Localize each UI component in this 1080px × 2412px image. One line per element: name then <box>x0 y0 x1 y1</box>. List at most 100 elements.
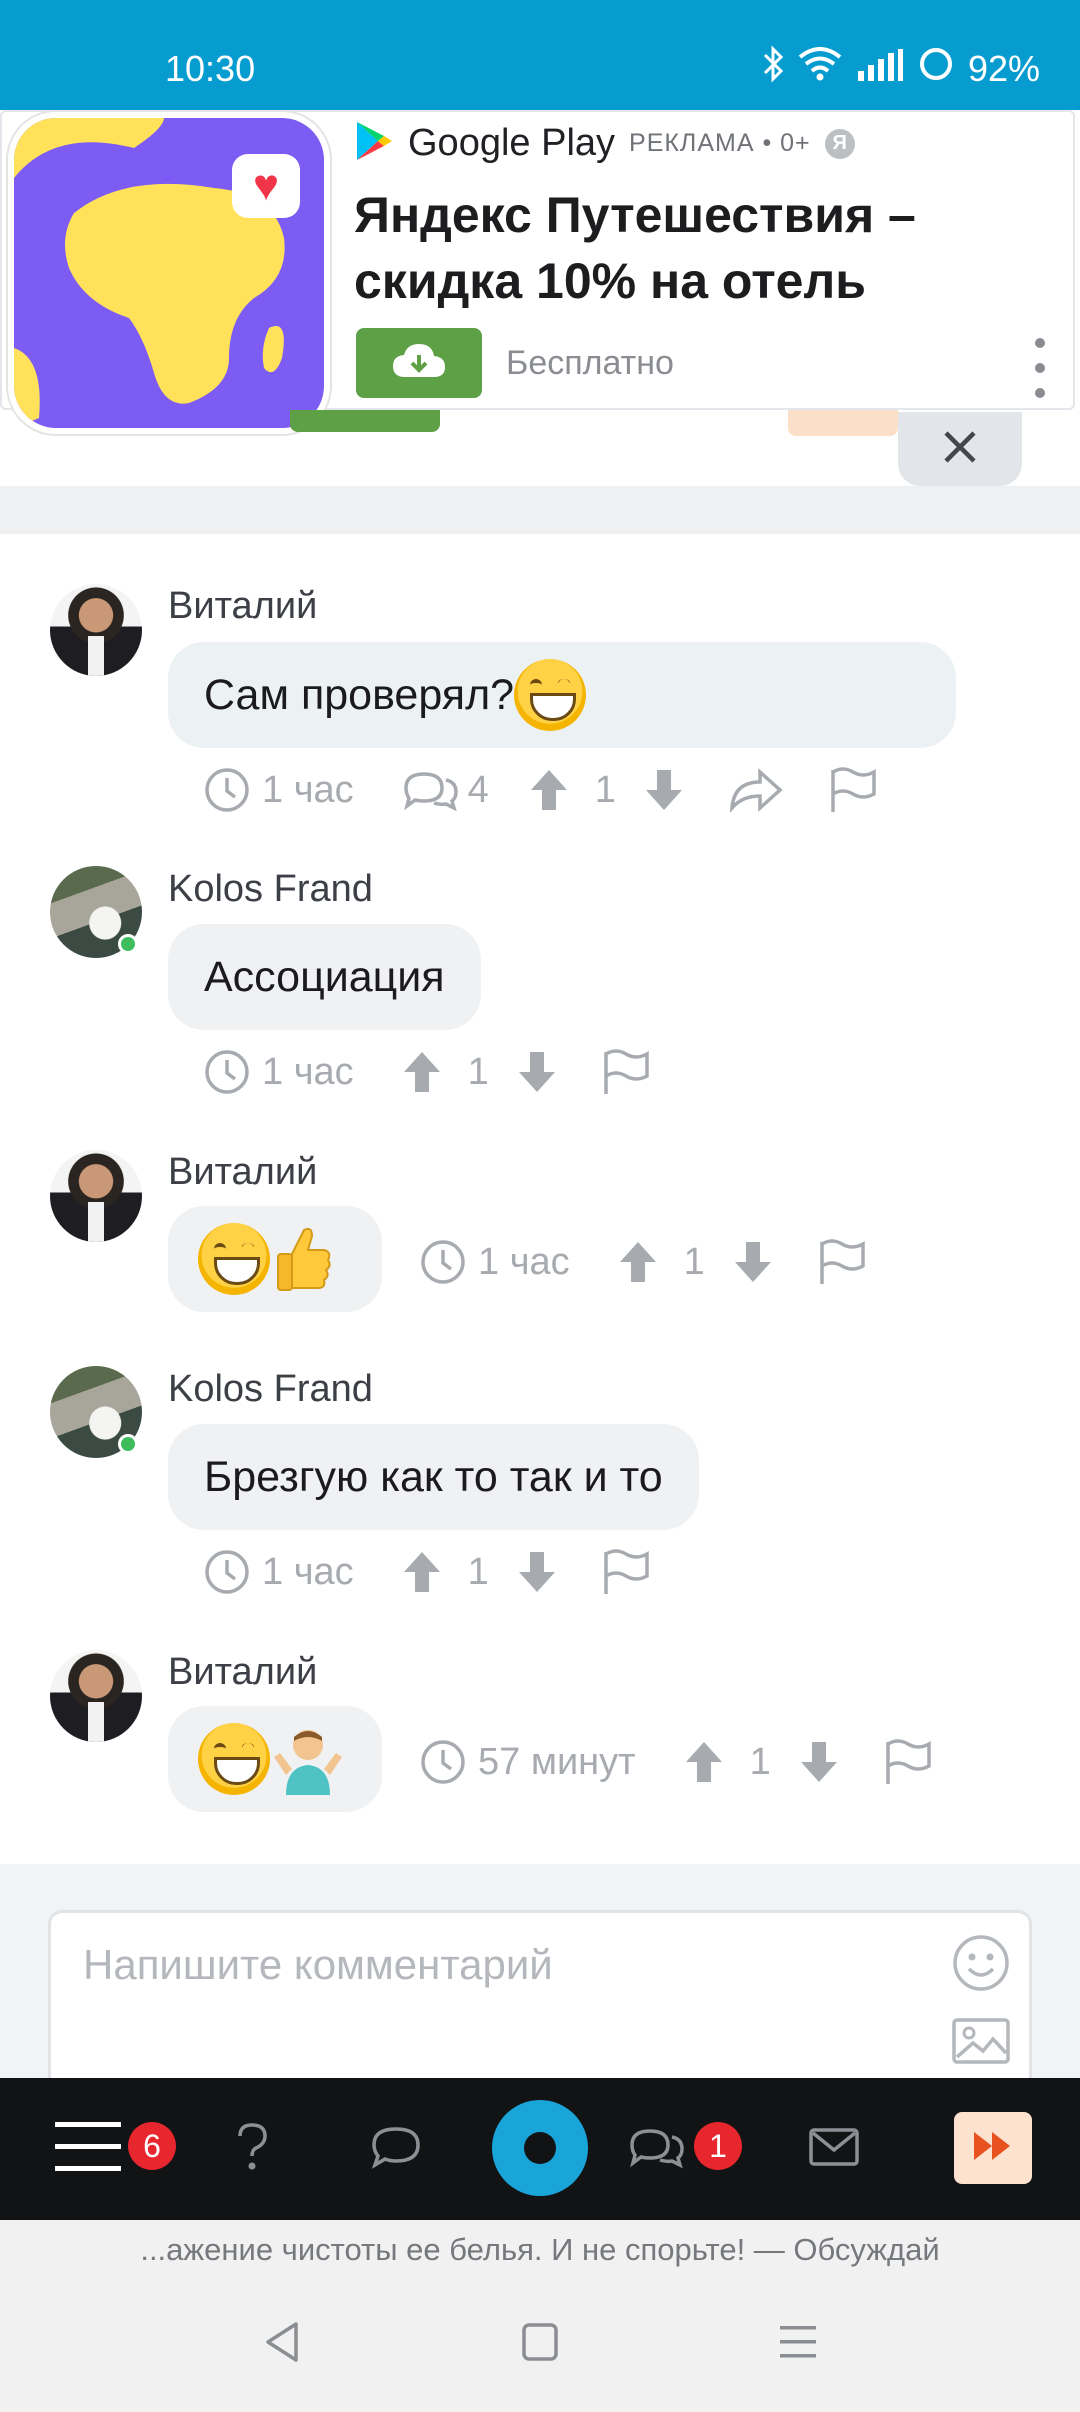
avatar[interactable] <box>50 584 142 676</box>
ad-install-button[interactable] <box>356 328 482 398</box>
ad-store-row: Google Play РЕКЛАМА • 0+ Я <box>354 120 855 167</box>
signal-icon <box>856 48 904 90</box>
downvote-icon[interactable] <box>733 1240 773 1284</box>
attach-image-icon[interactable] <box>951 2017 1011 2070</box>
fast-forward-icon <box>972 2130 1014 2167</box>
upvote-icon[interactable] <box>402 1050 442 1094</box>
grinning-face-emoji <box>514 659 587 731</box>
ad-store-name: Google Play <box>408 122 616 164</box>
bluetooth-icon <box>762 45 784 91</box>
status-bar: 10:30 92% <box>0 0 1080 110</box>
wifi-icon <box>798 47 842 90</box>
online-indicator <box>118 934 138 954</box>
mail-button[interactable] <box>804 2078 864 2220</box>
section-divider <box>0 486 1080 534</box>
report-flag-icon[interactable] <box>601 1048 651 1096</box>
online-indicator <box>118 1434 138 1454</box>
upvote-icon[interactable] <box>402 1550 442 1594</box>
discussions-badge: 1 <box>694 2122 742 2170</box>
upvote-icon[interactable] <box>529 768 569 812</box>
emoji-picker-icon[interactable] <box>951 1933 1011 1998</box>
comment-time: 1 час <box>262 1550 354 1593</box>
hamburger-menu-icon <box>55 2120 121 2179</box>
comment-author[interactable]: Kolos Frand <box>168 1368 373 1411</box>
replies-count[interactable]: 4 <box>468 769 489 812</box>
close-icon <box>942 429 978 470</box>
envelope-icon <box>809 2127 859 2171</box>
discussions-button[interactable] <box>622 2078 692 2220</box>
comment-author[interactable]: Kolos Frand <box>168 868 373 911</box>
ad-title[interactable]: Яндекс Путешествия – скидка 10% на отель <box>354 182 1014 314</box>
battery-icon <box>918 46 954 91</box>
clock-icon <box>420 1239 466 1285</box>
thumbs-up-emoji <box>274 1224 332 1294</box>
ad-underlay-orange <box>788 410 898 436</box>
comment-bubble[interactable]: Сам проверял? <box>168 642 956 748</box>
comment-author[interactable]: Виталий <box>168 1651 317 1694</box>
rating-value: 1 <box>467 1050 489 1093</box>
person-shrugging-emoji <box>272 1723 344 1795</box>
report-flag-icon[interactable] <box>601 1548 651 1596</box>
rating-value: 1 <box>467 1550 489 1593</box>
news-ticker[interactable]: ...ажение чистоты ее белья. И не спорьте… <box>0 2220 1080 2280</box>
home-icon[interactable] <box>520 2320 560 2369</box>
rating-value: 1 <box>683 1240 705 1283</box>
clock-icon <box>204 1549 250 1595</box>
comment-meta: 57 минут 1 <box>420 1738 933 1786</box>
fast-forward-button[interactable] <box>954 2112 1032 2184</box>
comment-time: 1 час <box>262 1050 354 1093</box>
question-mark-icon <box>232 2122 272 2177</box>
replies-icon[interactable] <box>402 768 460 812</box>
comment-meta: 1 час 1 <box>204 1048 651 1096</box>
comment-meta: 1 час 1 <box>420 1238 867 1286</box>
comment-meta: 1 час 4 1 <box>204 766 878 814</box>
upvote-icon[interactable] <box>618 1240 658 1284</box>
report-flag-icon[interactable] <box>828 766 878 814</box>
report-flag-icon[interactable] <box>817 1238 867 1286</box>
clock-icon <box>420 1739 466 1785</box>
downvote-icon[interactable] <box>517 1550 557 1594</box>
cloud-download-icon <box>391 341 447 386</box>
avatar[interactable] <box>50 1650 142 1742</box>
ad-app-image[interactable]: ♥ <box>14 118 324 428</box>
main-action-button[interactable] <box>492 2100 588 2196</box>
grinning-face-emoji <box>198 1723 270 1795</box>
questions-button[interactable] <box>222 2078 282 2220</box>
chat-button[interactable] <box>364 2078 428 2220</box>
comment-author[interactable]: Виталий <box>168 585 317 628</box>
upvote-icon[interactable] <box>684 1740 724 1784</box>
comment-input-placeholder: Напишите комментарий <box>83 1941 553 1988</box>
comment-bubble[interactable]: Ассоциация <box>168 924 481 1030</box>
status-icons: 92% <box>762 45 1040 91</box>
battery-percent: 92% <box>967 47 1040 89</box>
grinning-face-emoji <box>198 1223 270 1295</box>
yandex-icon[interactable]: Я <box>824 128 855 159</box>
recents-menu-icon[interactable] <box>778 2320 818 2369</box>
report-flag-icon[interactable] <box>883 1738 933 1786</box>
downvote-icon[interactable] <box>644 768 684 812</box>
comment-text: Сам проверял? <box>204 670 515 719</box>
menu-button[interactable] <box>48 2078 128 2220</box>
more-options-icon[interactable] <box>1030 338 1050 398</box>
ad-close-button[interactable] <box>898 412 1022 486</box>
comment-meta: 1 час 1 <box>204 1548 651 1596</box>
comment-text: Ассоциация <box>204 952 445 1001</box>
rating-value: 1 <box>594 768 616 811</box>
comment-time: 57 минут <box>478 1740 636 1783</box>
comment-author[interactable]: Виталий <box>168 1151 317 1194</box>
share-icon[interactable] <box>728 768 784 812</box>
comment-bubble[interactable] <box>168 1206 382 1312</box>
comment-bubble[interactable]: Брезгую как то так и то <box>168 1424 699 1530</box>
downvote-icon[interactable] <box>517 1050 557 1094</box>
back-icon[interactable] <box>262 2320 302 2369</box>
downvote-icon[interactable] <box>799 1740 839 1784</box>
comment-time: 1 час <box>478 1240 570 1283</box>
google-play-icon <box>354 120 394 167</box>
chat-bubble-icon <box>370 2125 422 2174</box>
comment-bubble[interactable] <box>168 1706 382 1812</box>
comment-text: Брезгую как то так и то <box>204 1452 663 1501</box>
heart-icon: ♥ <box>232 154 300 218</box>
avatar[interactable] <box>50 1150 142 1242</box>
rating-value: 1 <box>749 1740 771 1783</box>
ad-banner[interactable]: ♥ Google Play РЕКЛАМА • 0+ Я Яндекс Путе… <box>0 110 1075 428</box>
